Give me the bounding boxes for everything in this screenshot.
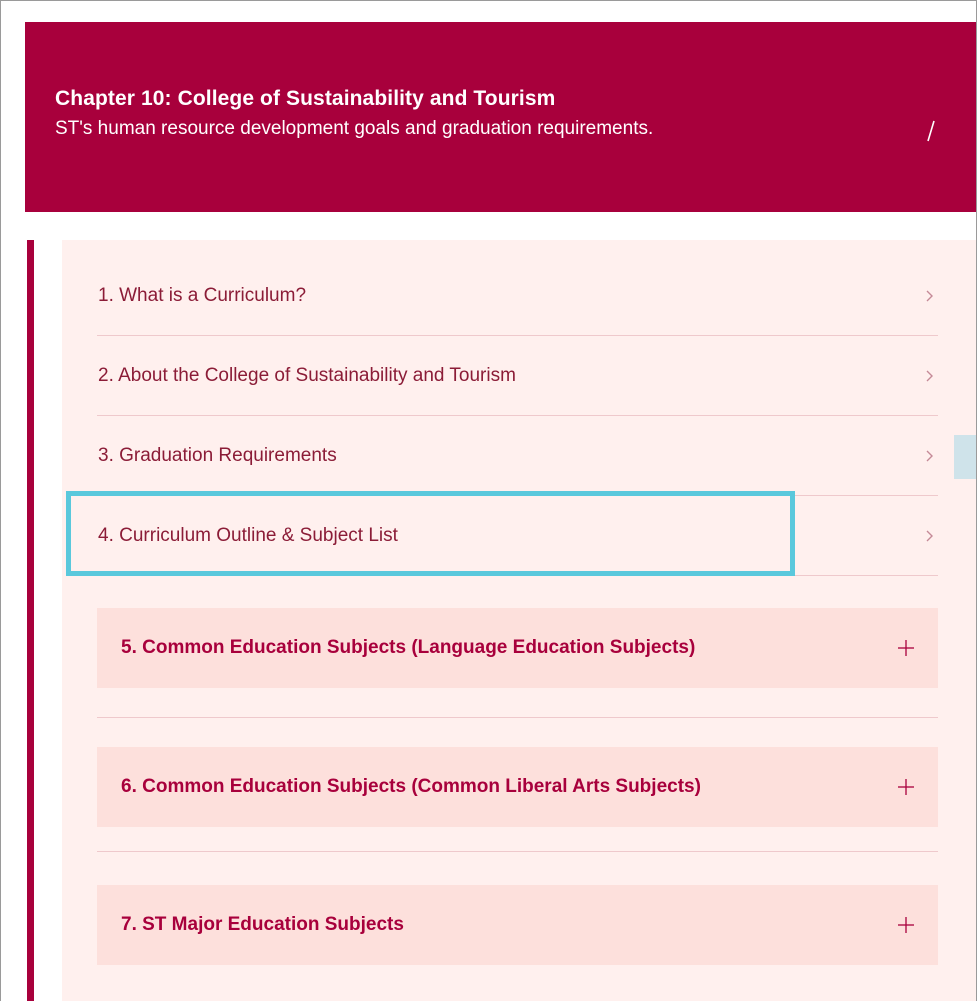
chevron-right-icon bbox=[926, 450, 933, 461]
section-major-education: 7. ST Major Education Subjects bbox=[97, 885, 938, 965]
menu-item-label: 4. Curriculum Outline & Subject List bbox=[98, 524, 398, 546]
chevron-right-icon bbox=[926, 530, 933, 541]
chapter-header[interactable]: Chapter 10: College of Sustainability an… bbox=[25, 22, 976, 212]
menu-item-what-is-curriculum[interactable]: 1. What is a Curriculum? bbox=[97, 256, 938, 336]
plus-icon[interactable] bbox=[896, 638, 916, 658]
chevron-right-icon bbox=[926, 290, 933, 301]
page-frame: Chapter 10: College of Sustainability an… bbox=[0, 0, 977, 1001]
chapter-subtitle: ST's human resource development goals an… bbox=[55, 118, 654, 139]
menu-item-about-college[interactable]: 2. About the College of Sustainability a… bbox=[97, 336, 938, 416]
menu-item-label: 3. Graduation Requirements bbox=[98, 444, 337, 466]
accordion-header-liberal-arts[interactable]: 6. Common Education Subjects (Common Lib… bbox=[97, 747, 938, 827]
chapter-content-panel: 1. What is a Curriculum? 2. About the Co… bbox=[62, 240, 976, 1001]
section-liberal-arts: 6. Common Education Subjects (Common Lib… bbox=[97, 747, 938, 857]
menu-item-label: 2. About the College of Sustainability a… bbox=[98, 364, 516, 386]
accordion-title: 7. ST Major Education Subjects bbox=[121, 914, 404, 935]
scrollbar-thumb[interactable] bbox=[954, 435, 976, 479]
menu-item-curriculum-outline[interactable]: 4. Curriculum Outline & Subject List bbox=[97, 496, 938, 576]
plus-icon[interactable] bbox=[896, 915, 916, 935]
accordion-title: 6. Common Education Subjects (Common Lib… bbox=[121, 776, 701, 797]
menu-item-label: 1. What is a Curriculum? bbox=[98, 284, 307, 306]
divider bbox=[97, 851, 938, 852]
accordion-header-language-education[interactable]: 5. Common Education Subjects (Language E… bbox=[97, 608, 938, 688]
divider bbox=[97, 717, 938, 718]
chapter-title: Chapter 10: College of Sustainability an… bbox=[55, 87, 556, 110]
slash-icon[interactable] bbox=[924, 117, 938, 145]
section-language-education: 5. Common Education Subjects (Language E… bbox=[97, 608, 938, 718]
accent-bar bbox=[27, 240, 34, 1001]
accordion-title: 5. Common Education Subjects (Language E… bbox=[121, 637, 696, 658]
plus-icon[interactable] bbox=[896, 777, 916, 797]
menu-item-graduation-requirements[interactable]: 3. Graduation Requirements bbox=[97, 416, 938, 496]
accordion-header-major-education[interactable]: 7. ST Major Education Subjects bbox=[97, 885, 938, 965]
chevron-right-icon bbox=[926, 370, 933, 381]
